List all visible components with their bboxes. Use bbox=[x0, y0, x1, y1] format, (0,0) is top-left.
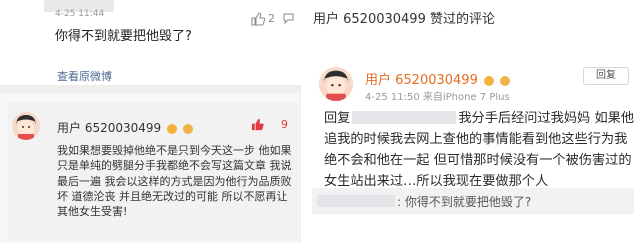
username-text: 用户 6520030499 bbox=[365, 73, 478, 88]
divider bbox=[0, 85, 301, 93]
right-screenshot-panel: 用户 6520030499 赞过的评论 用户 6520030499 4-25 1… bbox=[303, 0, 640, 243]
username[interactable]: 用户 6520030499 bbox=[365, 69, 511, 88]
avatar-icon bbox=[12, 112, 40, 140]
left-screenshot-panel: 4-25 11:44 2 你得不到就要把他毁了? 查看原微博 用户 652003… bbox=[0, 0, 301, 243]
level-badge-icon bbox=[182, 123, 193, 134]
post-time-device: 4-25 11:50 来自iPhone 7 Plus bbox=[365, 92, 510, 103]
thumbs-up-icon[interactable] bbox=[251, 12, 265, 26]
comment-like-count: 2 bbox=[268, 12, 275, 25]
reply-username-text: 用户 6520030499 bbox=[57, 121, 162, 135]
reply-prefix: 回复 bbox=[324, 111, 351, 126]
comment-time: 4-25 11:44 bbox=[55, 9, 105, 19]
reply-like-count: 9 bbox=[281, 118, 288, 131]
view-original-link[interactable]: 查看原微博 bbox=[57, 68, 112, 84]
avatar-icon bbox=[319, 67, 353, 101]
vip-badge-icon bbox=[167, 123, 177, 134]
comment-icon[interactable] bbox=[283, 13, 294, 24]
quoted-comment-text: : 你得不到就要把他毁了? bbox=[397, 195, 532, 209]
blurred-quoted-user bbox=[317, 195, 395, 207]
reply-body: 回复 我分手后经问过我妈妈 如果他追我的时候我去网上查他的事情能看到他这些行为我绝… bbox=[324, 108, 634, 192]
avatar[interactable] bbox=[319, 67, 353, 101]
reply-username[interactable]: 用户 6520030499 bbox=[57, 119, 193, 136]
thumbs-up-icon[interactable] bbox=[251, 118, 264, 131]
reply-body: 我如果想要毁掉他绝不是只到今天这一步 他如果只是单纯的劈腿分手我都绝不会写这篇文… bbox=[57, 144, 292, 219]
avatar[interactable] bbox=[12, 112, 40, 140]
reply-button[interactable]: 回复 bbox=[583, 67, 629, 85]
vip-badge-icon bbox=[483, 75, 494, 86]
blurred-mention bbox=[352, 111, 457, 124]
comment-text: 你得不到就要把他毁了? bbox=[55, 29, 192, 44]
page-title: 用户 6520030499 赞过的评论 bbox=[313, 12, 495, 27]
level-badge-icon bbox=[500, 75, 511, 86]
